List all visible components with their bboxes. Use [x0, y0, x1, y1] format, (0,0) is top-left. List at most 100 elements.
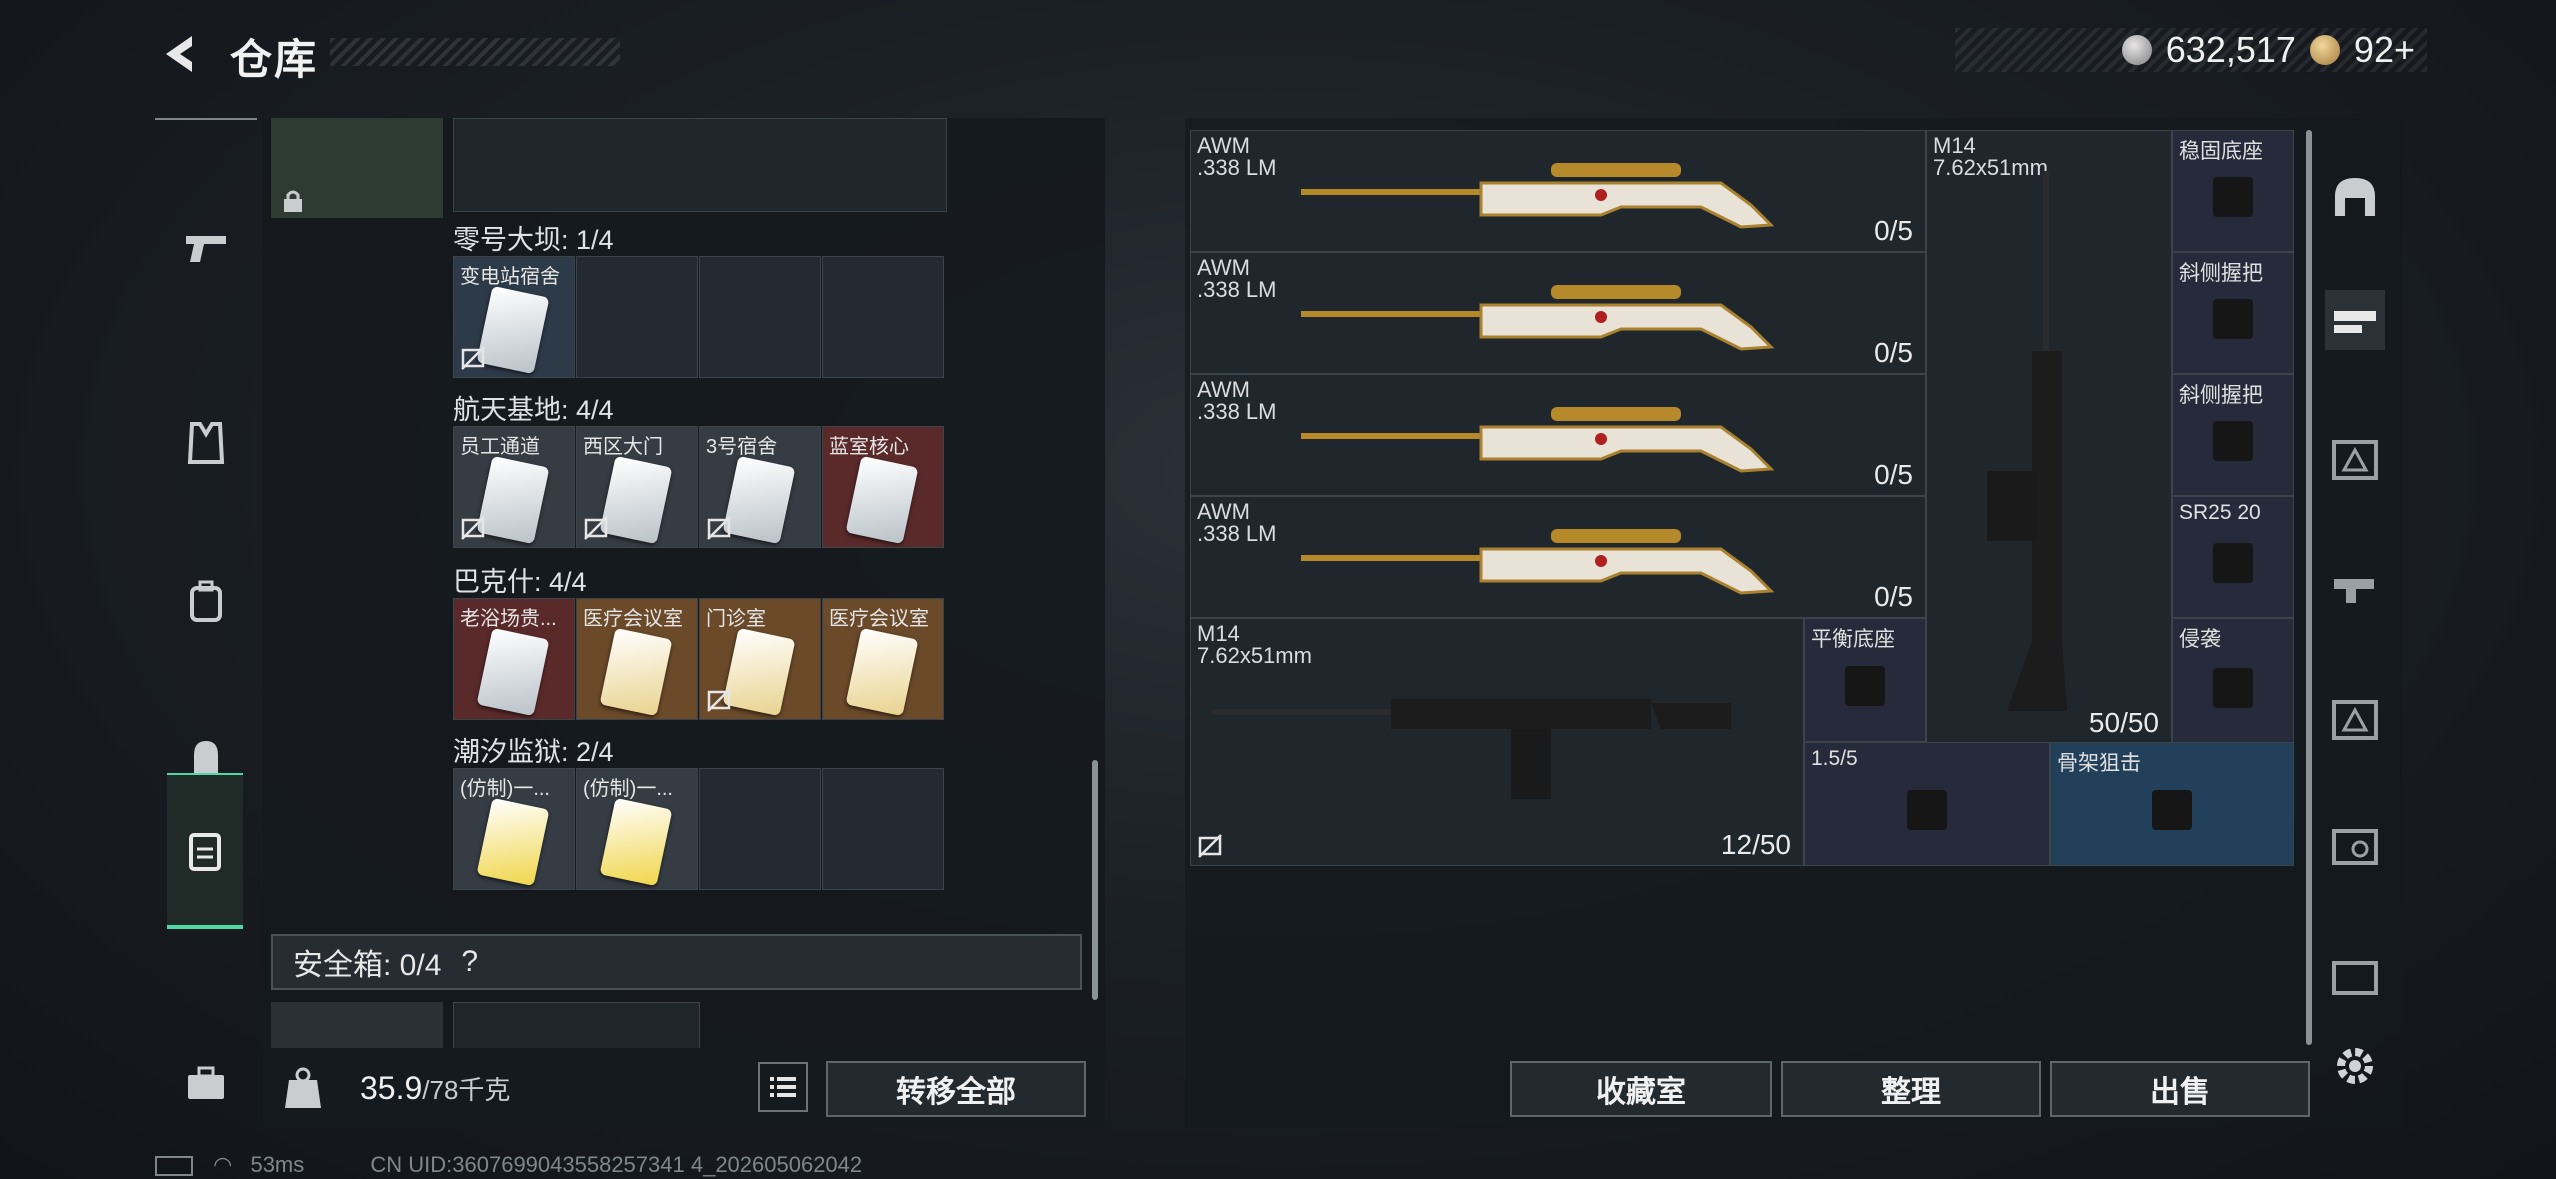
attachment-label: 侵袭 [2179, 628, 2221, 651]
safe-box-bar[interactable]: 安全箱: 0/4 ? [271, 934, 1082, 990]
attachment-label: 平衡底座 [1811, 628, 1895, 651]
no-trade-icon [1198, 834, 1222, 858]
gun-3-icon [2334, 579, 2374, 603]
keycard-slot[interactable]: 蓝室核心 [822, 426, 944, 548]
keycard-slot[interactable]: 老浴场贵... [453, 598, 575, 720]
empty-slot [699, 256, 821, 378]
group-title: 航天基地: 4/4 [453, 395, 614, 425]
attachment-slot[interactable]: 1.5/5 [1804, 742, 2050, 866]
nav-case-iv[interactable] [2325, 688, 2385, 748]
attachment-slot[interactable]: 侵袭 [2172, 618, 2294, 746]
weapon-name: AWM [1197, 499, 1250, 524]
back-button[interactable] [150, 28, 210, 80]
ping-value: 53ms [250, 1152, 305, 1177]
silver-coin-icon [2121, 35, 2152, 65]
weapon-slot-awm[interactable]: AWM .338 LM 0/5 [1190, 130, 1926, 252]
keycard-slot[interactable]: (仿制)一... [453, 768, 575, 890]
weapon-ammo: .338 LM [1197, 399, 1277, 424]
keycard-row: (仿制)一... (仿制)一... [453, 768, 945, 890]
weapon-slot-awm[interactable]: AWM .338 LM 0/5 [1190, 374, 1926, 496]
page-title: 仓库 [230, 36, 319, 83]
nav-keycard-case[interactable] [167, 773, 243, 929]
attachment-slot[interactable]: 平衡底座 [1804, 618, 1926, 742]
status-bar: ◠ 53ms CN UID:3607699043558257341 4_2026… [155, 1152, 862, 1178]
collection-room-button[interactable]: 收藏室 [1510, 1061, 1772, 1117]
awm-rifle-image [1301, 285, 1775, 351]
keycard-row: 变电站宿舍 [453, 256, 945, 378]
pistol-icon [186, 236, 226, 262]
gold-amount[interactable]: 92+ [2354, 29, 2415, 71]
group-title: 巴克什: 4/4 [453, 567, 587, 597]
keycard-slot[interactable]: 变电站宿舍 [453, 256, 575, 378]
attachment-slot[interactable]: 骨架狙击 [2050, 742, 2294, 866]
settings-button[interactable] [2325, 1036, 2385, 1096]
keycard-slot[interactable]: 西区大门 [576, 426, 698, 548]
nav-toolbox[interactable] [155, 1008, 257, 1158]
keycard-slot[interactable]: (仿制)一... [576, 768, 698, 890]
weapon-ammo-count: 0/5 [1874, 337, 1913, 368]
attachment-slot[interactable]: SR25 20 [2172, 496, 2294, 618]
rifle-attachments-icon [2334, 311, 2376, 333]
weapon-ammo-count: 0/5 [1874, 581, 1913, 612]
keycard-label: 蓝室核心 [829, 436, 909, 458]
back-arrow-icon [166, 36, 192, 72]
nav-helmet[interactable] [2325, 168, 2385, 228]
list-view-button[interactable] [758, 1062, 808, 1112]
keycard-slot[interactable]: 门诊室 [699, 598, 821, 720]
keycard-image [599, 627, 673, 717]
empty-slot [699, 768, 821, 890]
storage-scrollbar[interactable] [1092, 760, 1098, 1000]
attachment-slot[interactable]: 斜侧握把 [2172, 374, 2294, 496]
attachment-label: 稳固底座 [2179, 140, 2263, 163]
keycard-image [599, 797, 673, 887]
keycard-label: 门诊室 [706, 608, 766, 630]
attachment-slot[interactable]: 稳固底座 [2172, 130, 2294, 252]
keycard-label: 医疗会议室 [829, 608, 929, 630]
gear-icon [2337, 1048, 2373, 1084]
nav-rifle-attachments[interactable] [2325, 290, 2385, 350]
attachment-slot[interactable]: 斜侧握把 [2172, 252, 2294, 374]
keycard-image [845, 455, 919, 545]
nav-pistol[interactable] [155, 173, 257, 323]
nav-case-3[interactable] [2325, 428, 2385, 488]
nav-gun-3[interactable] [2325, 555, 2385, 615]
attachment-label: 斜侧握把 [2179, 384, 2263, 407]
keycard-slot[interactable]: 医疗会议室 [822, 598, 944, 720]
nav-v-case[interactable] [2325, 815, 2385, 875]
attachment-image [1907, 790, 1947, 831]
no-trade-icon [461, 516, 485, 540]
organize-button[interactable]: 整理 [1781, 1061, 2041, 1117]
nav-vest[interactable] [155, 368, 257, 518]
weapon-ammo: .338 LM [1197, 521, 1277, 546]
keycard-image [722, 627, 796, 717]
nav-iv-case[interactable] [2325, 945, 2385, 1005]
weapon-ammo-count: 12/50 [1720, 829, 1791, 860]
weapon-panel-scrollbar[interactable] [2306, 130, 2312, 1045]
weapon-ammo-count: 0/5 [1874, 215, 1913, 246]
weapon-slot-awm[interactable]: AWM .338 LM 0/5 [1190, 496, 1926, 618]
weapon-slot-m14[interactable]: M14 7.62x51mm 50/50 [1926, 130, 2172, 746]
weapon-name: AWM [1197, 377, 1250, 402]
currency-bar: 632,517 92+ [1955, 28, 2427, 72]
m14-rifle-image [1211, 699, 1731, 799]
weapon-slot-m14[interactable]: M14 7.62x51mm 12/50 [1190, 618, 1804, 866]
vest-icon [187, 422, 225, 464]
battery-icon [155, 1156, 193, 1177]
nav-backpack[interactable] [155, 526, 257, 676]
weapon-name: M14 [1933, 133, 1976, 158]
keycard-slot[interactable]: 3号宿舍 [699, 426, 821, 548]
swap-slot[interactable] [271, 1002, 443, 1052]
transfer-all-button[interactable]: 转移全部 [826, 1061, 1086, 1117]
awm-rifle-image [1301, 163, 1775, 229]
sell-button[interactable]: 出售 [2050, 1061, 2310, 1117]
keycard-label: (仿制)一... [460, 778, 550, 800]
weapon-slot-awm[interactable]: AWM .338 LM 0/5 [1190, 252, 1926, 374]
help-icon[interactable]: ? [461, 945, 478, 979]
locked-item-slot[interactable] [271, 118, 443, 218]
keycard-label: 西区大门 [583, 436, 663, 458]
keycard-slot[interactable]: 员工通道 [453, 426, 575, 548]
keycard-slot[interactable]: 医疗会议室 [576, 598, 698, 720]
keycard-row: 员工通道 西区大门 3号宿舍 蓝室核心 [453, 426, 945, 548]
awm-rifle-image [1301, 407, 1775, 473]
awm-rifle-image [1301, 529, 1775, 595]
